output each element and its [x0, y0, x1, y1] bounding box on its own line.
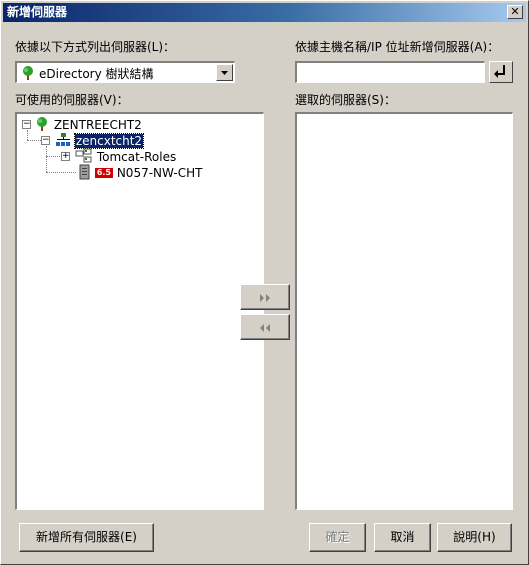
tree-icon: [37, 117, 47, 131]
list-by-combo[interactable]: eDirectory 樹狀結構: [15, 61, 235, 83]
double-arrow-left-icon: [260, 324, 270, 332]
enter-icon: [494, 65, 505, 78]
tree-node-label: ZENTREECHT2: [53, 118, 142, 132]
list-by-label: 依據以下方式列出伺服器(L)：: [15, 40, 176, 54]
collapse-org-icon[interactable]: −: [41, 136, 50, 145]
tree-node-org[interactable]: zencxtcht2: [55, 132, 145, 149]
tree-node-label: N057-NW-CHT: [116, 166, 203, 180]
add-server-dialog: 新增伺服器 ✕ 依據以下方式列出伺服器(L)： eDirectory 樹狀結構 …: [0, 0, 529, 565]
selected-servers-list[interactable]: [295, 112, 513, 510]
available-servers-label: 可使用的伺服器(V)：: [15, 93, 129, 107]
remove-selected-button[interactable]: [240, 314, 290, 340]
help-button[interactable]: 說明(H): [437, 523, 512, 552]
tree-node-server[interactable]: 6.5 N057-NW-CHT: [79, 164, 202, 180]
add-selected-button[interactable]: [240, 284, 290, 310]
tree-node-label: Tomcat-Roles: [96, 150, 177, 164]
tree-node-label: zencxtcht2: [73, 133, 145, 149]
selected-servers-label: 選取的伺服器(S)：: [295, 93, 396, 107]
add-by-host-label: 依據主機名稱/IP 位址新增伺服器(A)：: [295, 40, 500, 54]
add-host-button[interactable]: [489, 61, 513, 83]
title-bar: 新增伺服器 ✕: [3, 3, 526, 22]
add-all-servers-button[interactable]: 新增所有伺服器(E): [19, 523, 154, 552]
tree-icon: [20, 65, 36, 84]
expand-group-icon[interactable]: +: [61, 152, 70, 161]
available-servers-tree[interactable]: − ZENTREECHT2 − zencxtcht2 + Tomcat-Role…: [15, 112, 264, 510]
role-container-icon: [75, 148, 92, 163]
host-ip-input[interactable]: [295, 61, 485, 83]
collapse-root-icon[interactable]: −: [22, 120, 31, 129]
cancel-button[interactable]: 取消: [374, 523, 431, 552]
chevron-down-icon: [221, 71, 228, 75]
combo-value: eDirectory 樹狀結構: [39, 67, 154, 81]
tree-node-root[interactable]: ZENTREECHT2: [34, 116, 142, 132]
ok-button[interactable]: 確定: [309, 523, 366, 552]
double-arrow-right-icon: [260, 294, 270, 302]
organization-icon: [56, 133, 70, 146]
tree-node-group[interactable]: Tomcat-Roles: [75, 148, 176, 164]
combo-dropdown-button[interactable]: [216, 64, 233, 81]
close-button[interactable]: ✕: [507, 5, 523, 19]
version-badge: 6.5: [94, 168, 113, 178]
close-icon: ✕: [510, 5, 520, 18]
server-icon: [79, 164, 90, 180]
window-title: 新增伺服器: [7, 5, 68, 19]
